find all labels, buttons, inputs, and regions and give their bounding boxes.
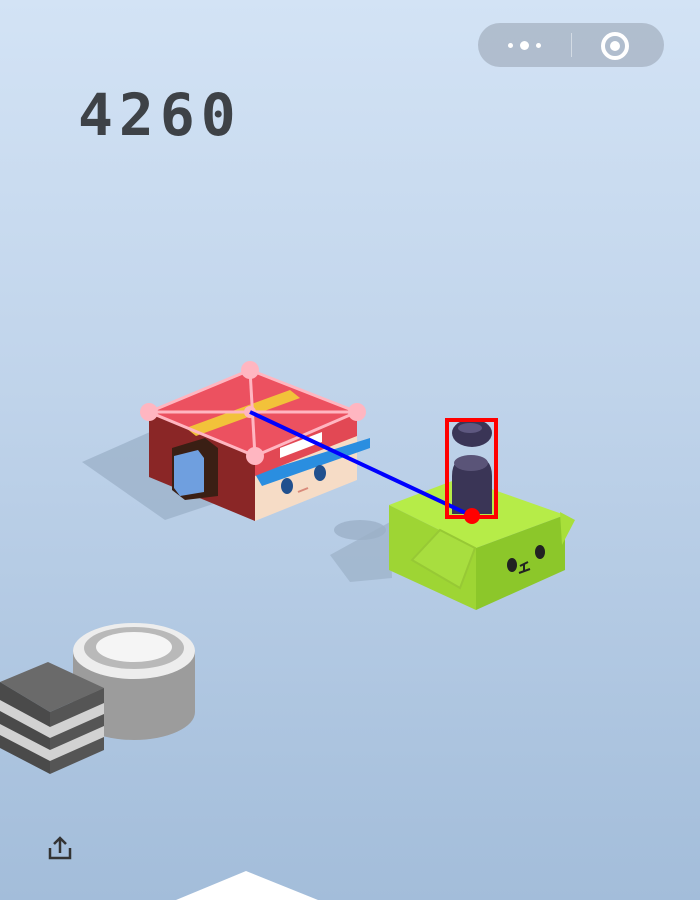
next-block-partial xyxy=(176,871,318,900)
close-ring xyxy=(601,32,629,60)
current-block-eye-right xyxy=(535,545,545,559)
target-block-eye-right xyxy=(314,465,326,481)
menu-dot-center xyxy=(520,41,529,50)
player-head-shine xyxy=(458,423,482,433)
score-counter: 4260 xyxy=(78,81,242,149)
share-upload-icon[interactable] xyxy=(46,834,74,862)
player-anchor-dot xyxy=(464,508,480,524)
target-marker-vertex-top xyxy=(241,361,259,379)
current-block-eye-left xyxy=(507,558,517,572)
player-body-shine xyxy=(454,455,488,471)
player-piece xyxy=(452,419,492,514)
cylinder-block-top-center xyxy=(96,632,172,662)
more-dots-icon[interactable] xyxy=(478,23,571,67)
target-marker-vertex-right xyxy=(348,403,366,421)
target-block-pocket-card xyxy=(174,450,204,496)
menu-dot-right xyxy=(536,43,541,48)
target-marker-vertex-bottom xyxy=(246,447,264,465)
close-core xyxy=(610,41,620,51)
target-circle-icon[interactable] xyxy=(572,23,664,67)
current-block-ear xyxy=(560,512,575,545)
target-block-eye-left xyxy=(281,478,293,494)
target-marker-vertex-left xyxy=(140,403,158,421)
menu-dot-left xyxy=(508,43,513,48)
capsule-menu xyxy=(478,23,664,67)
